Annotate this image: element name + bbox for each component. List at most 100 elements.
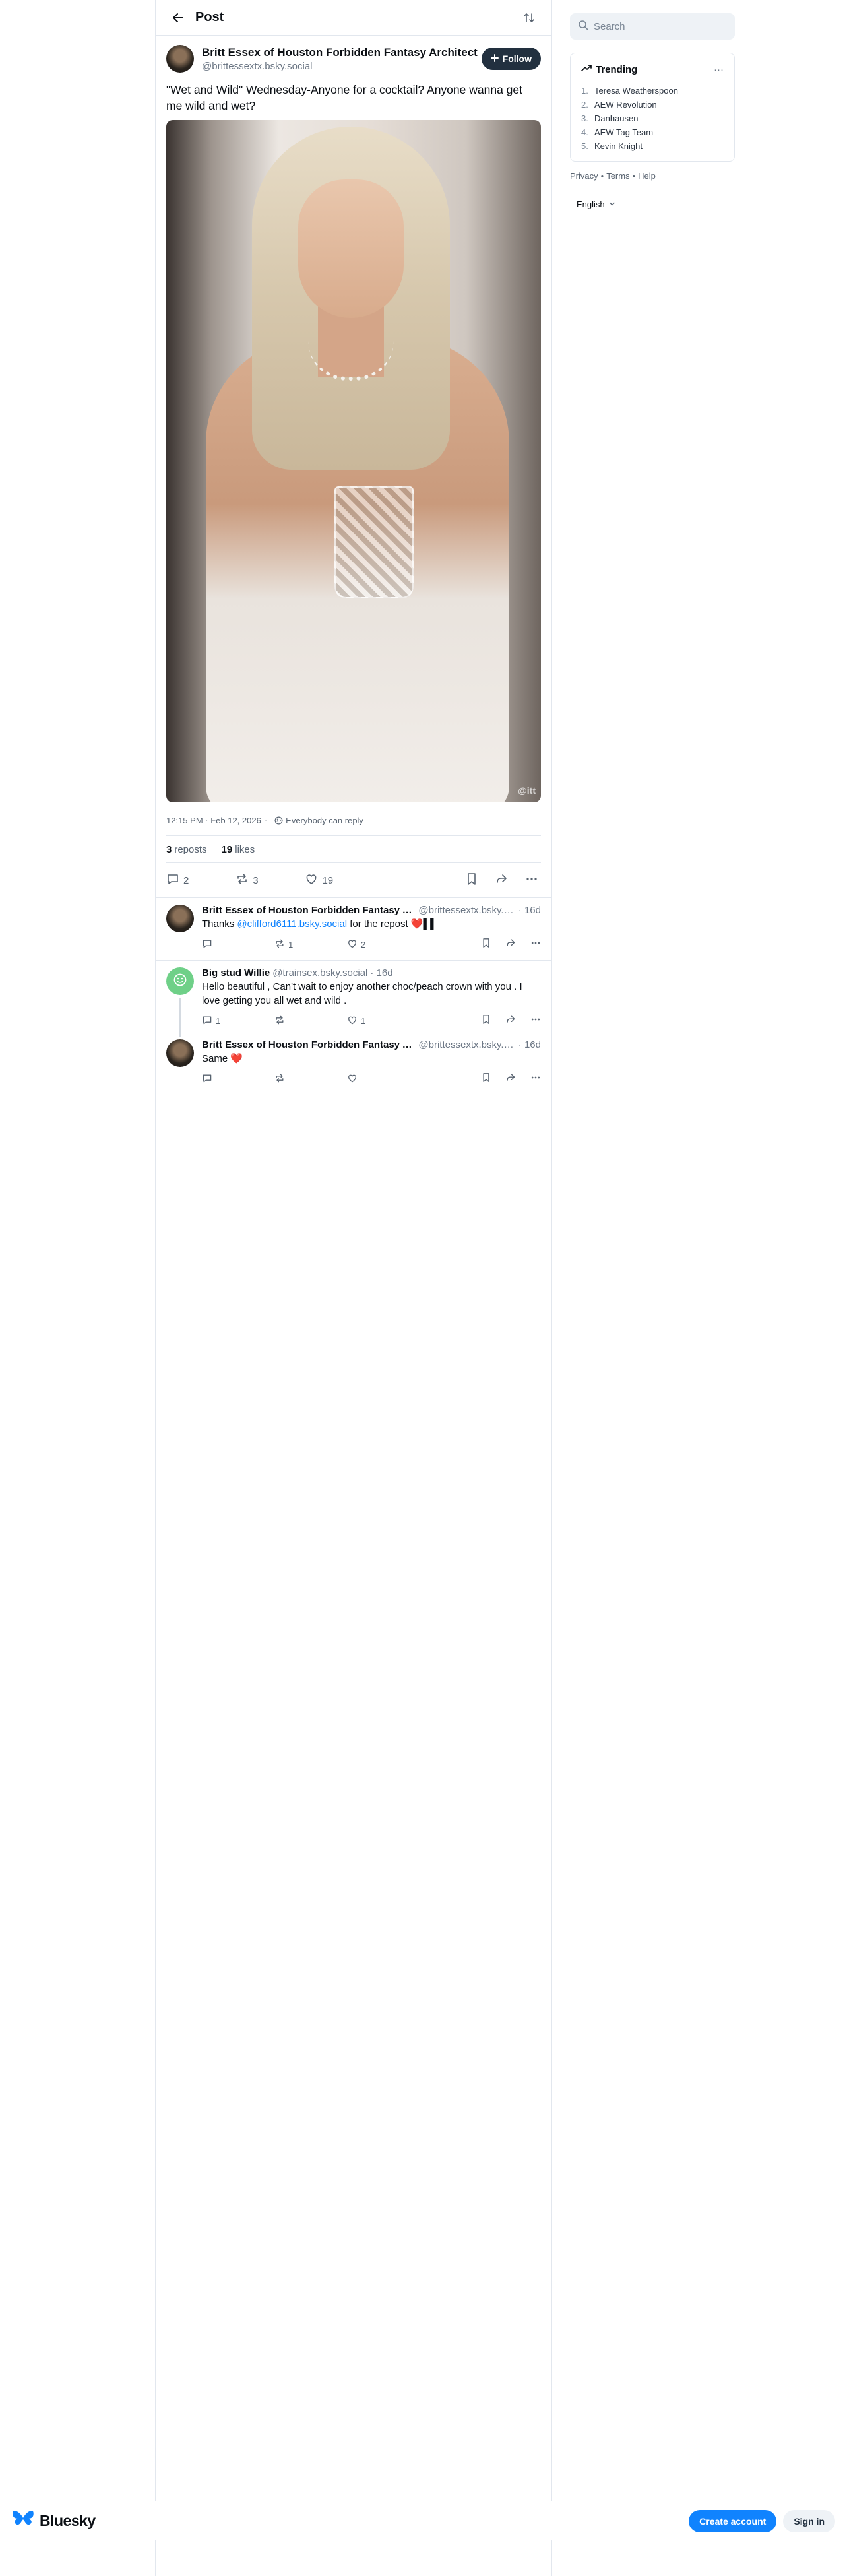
post-image[interactable]: @itt [166, 120, 541, 802]
reply-body: Big stud Willie @trainsex.bsky.social · … [202, 967, 541, 1031]
help-link[interactable]: Help [638, 171, 656, 181]
reply-icon [202, 1015, 212, 1027]
heart-icon [305, 872, 318, 888]
avatar[interactable] [166, 905, 194, 932]
repost-icon [274, 938, 285, 951]
reply-author-handle[interactable]: @brittessextx.bsky.social [418, 1039, 515, 1050]
reply-button[interactable]: 1 [202, 1015, 274, 1027]
bluesky-logo[interactable]: Bluesky [12, 2509, 96, 2533]
repost-count: 3 [253, 874, 259, 886]
repost-button[interactable] [274, 1015, 347, 1027]
reposts-link[interactable]: 3 reposts [166, 844, 207, 855]
bookmark-icon[interactable] [466, 872, 478, 889]
follow-button[interactable]: Follow [481, 48, 541, 70]
likes-link[interactable]: 19 likes [222, 844, 255, 855]
reply-header: Britt Essex of Houston Forbidden Fantasy… [202, 905, 541, 916]
avatar[interactable] [166, 1039, 194, 1067]
reposts-count: 3 [166, 843, 172, 855]
reply-button[interactable] [202, 1073, 274, 1085]
bookmark-icon[interactable] [482, 1014, 491, 1028]
reply-post[interactable]: Britt Essex of Houston Forbidden Fantasy… [156, 1037, 551, 1095]
post-actions: 2 3 19 [166, 863, 541, 897]
bookmark-icon[interactable] [482, 938, 491, 951]
reply-post[interactable]: Big stud Willie @trainsex.bsky.social · … [156, 960, 551, 1037]
default-avatar-icon [173, 973, 187, 990]
trending-header: Trending ··· [581, 63, 724, 76]
image-watermark: @itt [518, 785, 536, 796]
avatar[interactable] [166, 45, 194, 73]
share-icon[interactable] [495, 872, 508, 889]
reply-author-handle[interactable]: @trainsex.bsky.social [272, 967, 367, 979]
more-options-icon[interactable] [525, 872, 538, 889]
post-timestamp[interactable]: 12:15 PM · Feb 12, 2026 [166, 816, 261, 825]
reply-header: Big stud Willie @trainsex.bsky.social · … [202, 967, 541, 979]
search-icon [578, 20, 588, 33]
repost-icon [235, 872, 249, 888]
trending-panel: Trending ··· 1. Teresa Weatherspoon 2. AEW… [570, 53, 735, 162]
trending-item[interactable]: 4. AEW Tag Team [581, 125, 724, 139]
reply-author-name[interactable]: Britt Essex of Houston Forbidden Fantasy… [202, 1039, 416, 1050]
search-input[interactable]: Search [570, 13, 735, 40]
create-account-button[interactable]: Create account [689, 2509, 777, 2532]
author-name[interactable]: Britt Essex of Houston Forbidden Fantasy… [202, 46, 479, 59]
reply-icon [202, 938, 212, 951]
terms-link[interactable]: Terms [606, 171, 629, 181]
bookmark-icon[interactable] [482, 1072, 491, 1086]
share-icon[interactable] [505, 1014, 516, 1028]
globe-icon [274, 816, 283, 825]
link-separator: • [632, 171, 636, 181]
more-options-icon[interactable] [530, 1014, 541, 1028]
share-icon[interactable] [505, 1072, 516, 1086]
like-button[interactable] [347, 1073, 479, 1085]
more-options-icon[interactable] [530, 938, 541, 951]
post-meta: 12:15 PM · Feb 12, 2026 · Everybody can … [166, 814, 541, 826]
privacy-link[interactable]: Privacy [570, 171, 598, 181]
author-handle[interactable]: @brittessextx.bsky.social [202, 61, 482, 72]
trending-item[interactable]: 1. Teresa Weatherspoon [581, 84, 724, 98]
more-options-icon[interactable] [530, 1072, 541, 1086]
reply-author-name[interactable]: Britt Essex of Houston Forbidden Fantasy… [202, 905, 416, 916]
trending-label: Danhausen [594, 113, 639, 123]
reply-time[interactable]: · 16d [370, 967, 392, 979]
sort-icon[interactable] [520, 9, 538, 27]
reply-text: Same ❤️ [202, 1053, 243, 1064]
brand-name: Bluesky [40, 2512, 96, 2529]
reply-author-handle[interactable]: @brittessextx.bsky.social [418, 905, 515, 916]
post-header: Post [156, 0, 551, 36]
repost-button[interactable]: 1 [274, 938, 347, 951]
trending-item[interactable]: 5. Kevin Knight [581, 139, 724, 153]
reply-secondary-actions [482, 1072, 541, 1086]
reply-author-name[interactable]: Big stud Willie [202, 967, 270, 979]
trending-item[interactable]: 3. Danhausen [581, 112, 724, 125]
reply-time[interactable]: · 16d [518, 1039, 541, 1050]
reply-setting: Everybody can reply [286, 815, 363, 825]
repost-button[interactable]: 3 [235, 872, 305, 888]
like-button[interactable]: 1 [347, 1015, 479, 1027]
reply-button[interactable]: 2 [166, 872, 235, 888]
reply-actions: 1 2 [202, 934, 541, 955]
repost-count: 1 [288, 939, 294, 950]
share-icon[interactable] [505, 938, 516, 951]
trending-list: 1. Teresa Weatherspoon 2. AEW Revolution 3… [581, 84, 724, 153]
heart-icon [347, 1073, 358, 1085]
trending-more-icon[interactable]: ··· [714, 64, 724, 75]
reply-post[interactable]: Britt Essex of Houston Forbidden Fantasy… [156, 897, 551, 960]
trending-item[interactable]: 2. AEW Revolution [581, 98, 724, 112]
reply-time[interactable]: · 16d [518, 905, 541, 916]
chevron-down-icon [609, 199, 615, 209]
reply-button[interactable] [202, 938, 274, 951]
like-button[interactable]: 19 [305, 872, 466, 888]
likes-label: likes [235, 843, 255, 855]
language-select[interactable]: English [577, 199, 735, 209]
sign-in-button[interactable]: Sign in [783, 2509, 835, 2532]
reposts-label: reposts [174, 843, 207, 855]
repost-button[interactable] [274, 1073, 347, 1085]
reply-body: Britt Essex of Houston Forbidden Fantasy… [202, 1039, 541, 1089]
avatar[interactable] [166, 967, 194, 995]
heart-icon [347, 938, 358, 951]
mention-link[interactable]: @clifford6111.bsky.social [237, 918, 347, 930]
plus-icon [490, 53, 499, 64]
bottom-bar: Bluesky Create account Sign in [0, 2501, 847, 2540]
like-button[interactable]: 2 [347, 938, 479, 951]
back-arrow-icon[interactable] [169, 9, 187, 27]
